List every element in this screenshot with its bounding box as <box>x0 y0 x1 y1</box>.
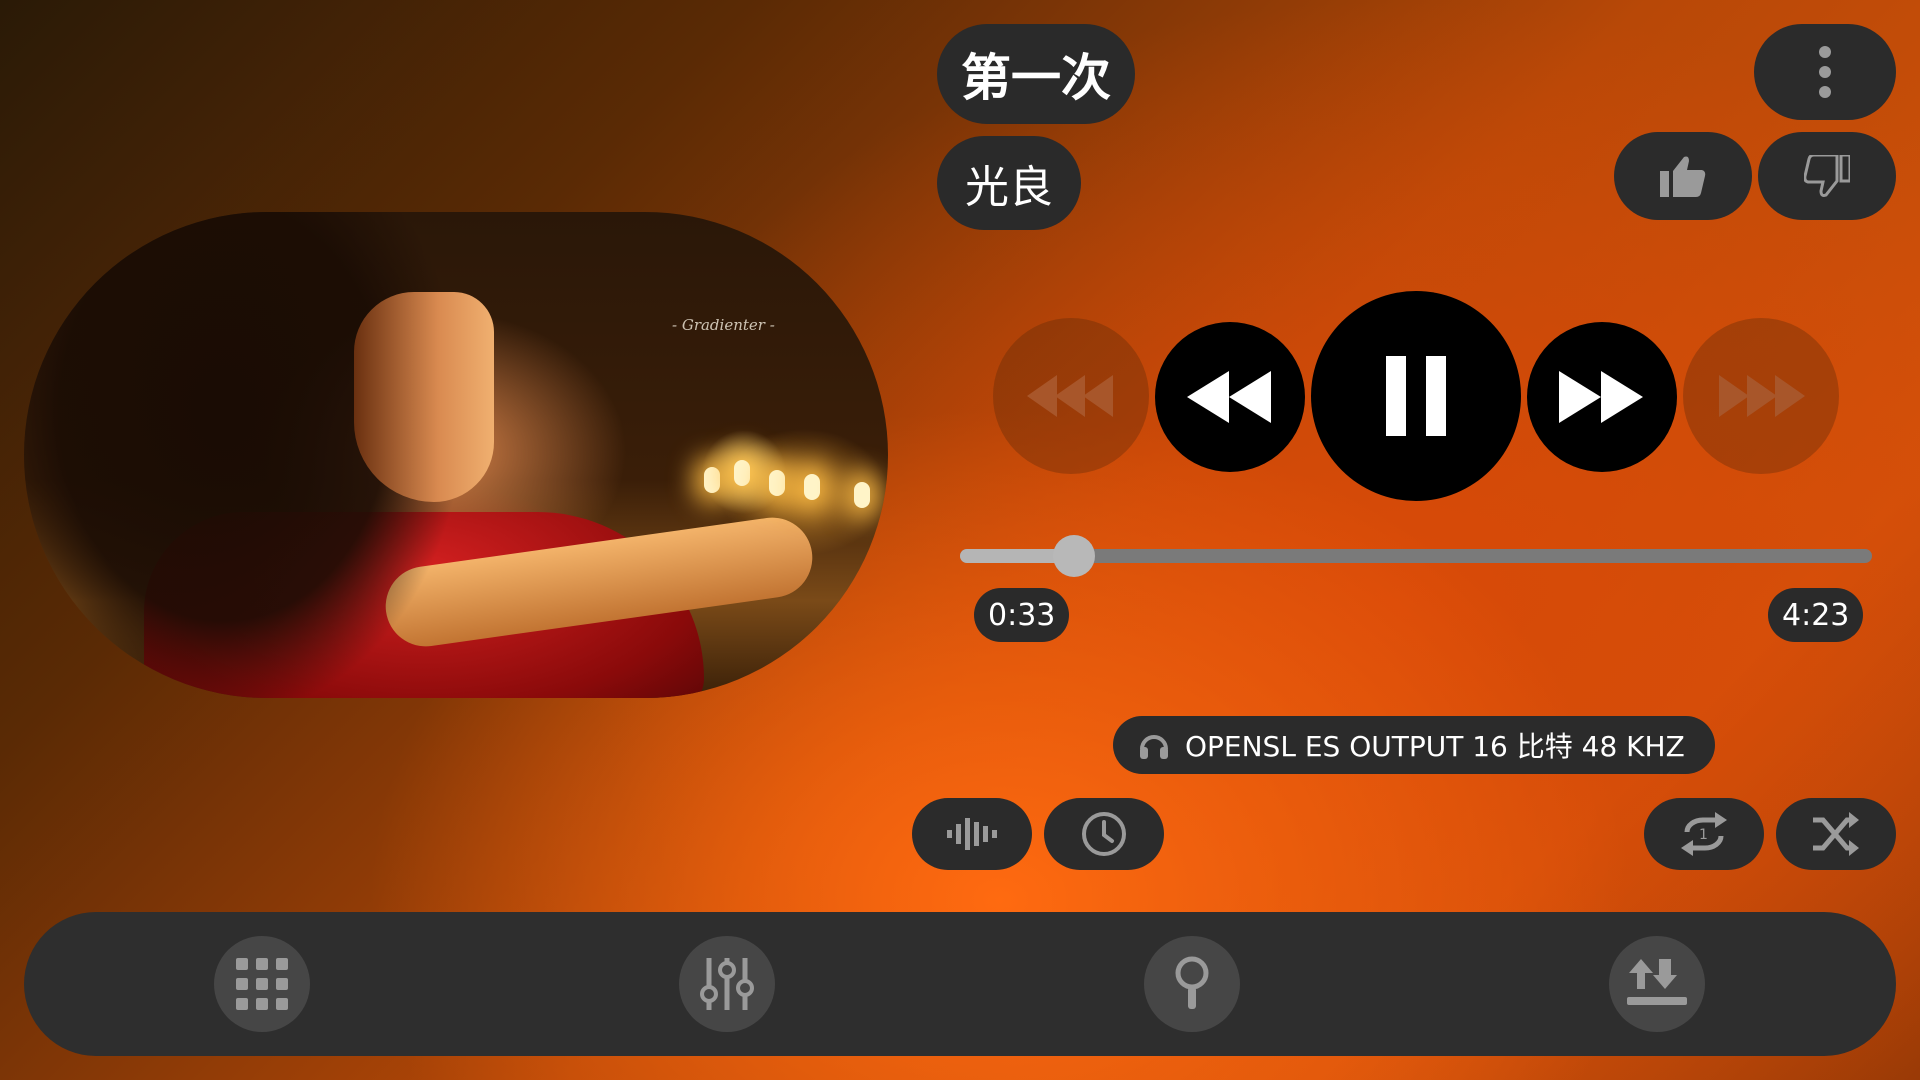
nav-search-button[interactable] <box>1144 936 1240 1032</box>
candle <box>854 482 870 508</box>
svg-text:1: 1 <box>1699 827 1708 843</box>
more-vert-icon <box>1819 46 1831 98</box>
art-face <box>354 292 494 502</box>
pause-button[interactable] <box>1311 291 1521 501</box>
equalizer-visualizer-button[interactable] <box>912 798 1032 870</box>
upload-sort-icon <box>1627 959 1687 1005</box>
audio-output-label: OPENSL ES OUTPUT 16 比特 48 KHZ <box>1185 730 1685 763</box>
seek-bar[interactable] <box>960 535 1872 577</box>
art-watermark: - Gradienter - <box>672 316 775 334</box>
elapsed-time: 0:33 <box>974 588 1070 642</box>
tune-sliders-icon <box>700 958 754 1010</box>
clock-icon <box>1082 812 1126 856</box>
nav-queue-button[interactable] <box>1609 936 1705 1032</box>
shuffle-button[interactable] <box>1776 798 1896 870</box>
rewind-icon <box>1187 371 1271 423</box>
more-button[interactable] <box>1754 24 1896 120</box>
skip-next-icon <box>1719 375 1805 417</box>
fast-forward-icon <box>1559 371 1643 423</box>
headphones-icon <box>1140 735 1168 759</box>
nav-library-button[interactable] <box>214 936 310 1032</box>
nav-equalizer-button[interactable] <box>679 936 775 1032</box>
thumb-up-icon <box>1660 156 1706 197</box>
total-duration: 4:23 <box>1768 588 1864 642</box>
audio-output-info[interactable]: OPENSL ES OUTPUT 16 比特 48 KHZ <box>1113 716 1715 774</box>
skip-next-button[interactable] <box>1683 318 1839 474</box>
thumb-down-icon <box>1804 155 1850 197</box>
search-icon <box>1175 956 1209 1009</box>
artist-name[interactable]: 光良 <box>937 136 1081 230</box>
grid-icon <box>236 958 288 1010</box>
rewind-button[interactable] <box>1155 322 1305 472</box>
candle <box>804 474 820 500</box>
pause-icon <box>1386 356 1446 436</box>
dislike-button[interactable] <box>1758 132 1896 220</box>
candle <box>769 470 785 496</box>
candle <box>704 467 720 493</box>
repeat-button[interactable]: 1 <box>1644 798 1764 870</box>
candle <box>734 460 750 486</box>
waveform-icon <box>947 818 997 850</box>
fast-forward-button[interactable] <box>1527 322 1677 472</box>
like-button[interactable] <box>1614 132 1752 220</box>
song-title[interactable]: 第一次 <box>937 24 1135 124</box>
repeat-one-icon: 1 <box>1681 812 1727 856</box>
skip-previous-icon <box>1027 375 1113 417</box>
seek-bar-thumb[interactable] <box>1053 535 1096 577</box>
shuffle-icon <box>1813 812 1859 856</box>
album-art: - Gradienter - <box>24 212 888 698</box>
skip-previous-button[interactable] <box>993 318 1149 474</box>
sleep-timer-button[interactable] <box>1044 798 1164 870</box>
